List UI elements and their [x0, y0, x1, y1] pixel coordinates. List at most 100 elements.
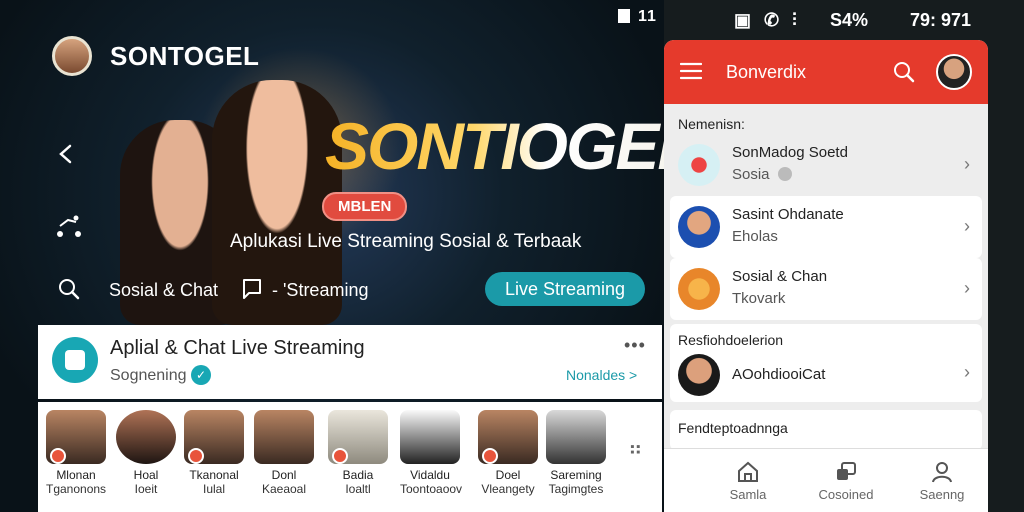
status-time: 79: 971 [910, 10, 972, 30]
nav-streaming[interactable]: - 'Streaming [272, 280, 368, 301]
live-streaming-button[interactable]: Live Streaming [485, 272, 645, 306]
item-title: Sasint Ohdanate [732, 206, 844, 223]
menu-icon[interactable] [680, 62, 702, 80]
creator-thumb[interactable]: Mlonan Tganonons [46, 410, 106, 496]
home-icon [738, 461, 758, 482]
section-label: Nemenisn: [678, 116, 745, 132]
panel-header: Bonverdix [664, 40, 988, 104]
brand-name: SONTOGEL [110, 40, 260, 71]
creator-thumb[interactable]: Tkanonal Iulal [184, 410, 244, 496]
search-icon[interactable] [892, 60, 916, 84]
item-title: Sosial & Chan [732, 268, 828, 285]
live-dot-icon [50, 448, 66, 464]
panel-title: Bonverdix [726, 62, 807, 82]
app-icon [52, 337, 98, 383]
item-title: AOohdiooiCat [732, 366, 826, 383]
bottom-nav-label: Cosoined [818, 487, 874, 502]
avatar[interactable] [936, 54, 972, 90]
creator-name: Hoal [133, 468, 159, 482]
featured-card[interactable]: Fendteptoadnnga [670, 410, 982, 450]
item-subtitle: Tkovark [732, 290, 786, 307]
bottom-nav-label: Samla [729, 487, 767, 502]
item-avatar [678, 268, 720, 310]
bottom-nav-label: Saenng [919, 487, 965, 502]
creator-name: Doel [495, 468, 521, 482]
chevron-right-icon: › [964, 154, 970, 174]
item-subtitle: Sosia [732, 166, 792, 183]
battery-text: S4% [830, 10, 869, 30]
bottom-nav-profile[interactable]: Saenng [902, 455, 982, 502]
item-subtitle: Eholas [732, 228, 778, 245]
more-grid-icon[interactable]: ⠶ [628, 436, 643, 461]
share-icon[interactable] [56, 212, 82, 240]
creator-strip: Mlonan Tganonons Hoal Ioeit Tkanonal Iul… [38, 402, 662, 512]
live-dot-icon [332, 448, 348, 464]
creator-thumb[interactable]: Sareming Tagimgtes [546, 410, 606, 496]
left-status: 11 [618, 8, 657, 26]
creator-photo [400, 410, 460, 464]
chat-icon [837, 462, 856, 480]
creator-thumb[interactable]: Donl Kaeaoal [254, 410, 314, 496]
section-label: Resfiohdoelerion [678, 332, 784, 348]
app-screen: 11 SONTOGEL SONTIOGEL MBLEN Aplukasi Liv… [0, 0, 1024, 512]
recommendation-card[interactable]: Resfiohdoelerion AOohdiooiCat › [670, 324, 982, 402]
back-icon[interactable] [56, 144, 76, 164]
creator-photo [254, 410, 314, 464]
chevron-right-icon: › [964, 362, 970, 382]
creator-handle: Iulal [202, 482, 225, 496]
hero-title: SONTIOGEL [325, 109, 698, 183]
creator-thumb[interactable]: Doel Vleangety [478, 410, 538, 496]
creator-name: Vidaldu [410, 468, 450, 482]
creator-thumb[interactable]: Hoal Ioeit [116, 410, 176, 496]
item-avatar [678, 354, 720, 396]
chevron-right-icon: › [964, 278, 970, 298]
creator-thumb[interactable]: Badia Ioaltl [328, 410, 388, 496]
app-card-link[interactable]: Nonaldes > [566, 367, 637, 383]
creator-name: Mlonan [56, 468, 96, 482]
list-item[interactable]: SonMadog Soetd Sosia › [670, 134, 982, 196]
brand-avatar [52, 36, 92, 76]
list-item[interactable]: Sasint Ohdanate Eholas › [670, 196, 982, 258]
user-icon [932, 462, 952, 483]
hero-subtitle: Aplukasi Live Streaming Sosial & Terbaak [230, 231, 582, 252]
hero-nav: Sosial & Chat - 'Streaming Live Streamin… [58, 272, 648, 308]
item-subtitle-text: Sosia [732, 166, 770, 183]
battery-icon [618, 9, 630, 23]
more-icon[interactable]: ••• [624, 335, 646, 356]
nav-sosial-chat[interactable]: Sosial & Chat [109, 280, 218, 301]
side-panel: Bonverdix Nemenisn: SonMadog Soetd Sosia… [664, 40, 988, 512]
status-icons: ▣ ✆ ⫶ [734, 10, 801, 30]
creator-name: Sareming [550, 468, 602, 482]
chevron-right-icon: › [964, 216, 970, 236]
status-bar: ▣ ✆ ⫶ S4% 79: 971 [664, 0, 1024, 40]
item-avatar [678, 144, 720, 186]
app-card[interactable]: Aplial & Chat Live Streaming Sognening ✓… [38, 325, 662, 399]
app-subtitle: Sognening [110, 367, 187, 384]
creator-handle: Kaeaoal [261, 482, 307, 496]
creator-name: Tkanonal [189, 468, 239, 482]
item-title: SonMadog Soetd [732, 144, 848, 161]
creator-handle: Tagimgtes [548, 482, 604, 496]
verified-icon: ✓ [191, 365, 211, 385]
creator-name: Badia [342, 468, 374, 482]
app-title: Aplial & Chat Live Streaming [110, 337, 365, 359]
creator-thumb[interactable]: Vidaldu Toontoaoov [400, 410, 463, 496]
section-label: Fendteptoadnnga [678, 420, 788, 436]
search-icon[interactable] [58, 278, 80, 300]
creator-handle: Ioeit [134, 482, 158, 496]
bottom-nav-connect[interactable]: Cosoined [806, 455, 886, 502]
brand-row[interactable]: SONTOGEL [52, 36, 259, 76]
creator-handle: Toontoaoov [400, 482, 463, 496]
live-dot-icon [188, 448, 204, 464]
creator-handle: Tganonons [46, 482, 107, 496]
list-item[interactable]: Sosial & Chan Tkovark › [670, 258, 982, 320]
creator-photo [546, 410, 606, 464]
chat-icon[interactable] [242, 278, 262, 300]
hero-badge[interactable]: MBLEN [322, 192, 408, 221]
creator-name: Donl [271, 468, 297, 482]
creator-handle: Vleangety [481, 482, 535, 496]
bottom-nav-home[interactable]: Samla [708, 455, 788, 502]
item-avatar [678, 206, 720, 248]
creator-photo [116, 410, 176, 464]
left-status-time: 11 [638, 8, 657, 25]
